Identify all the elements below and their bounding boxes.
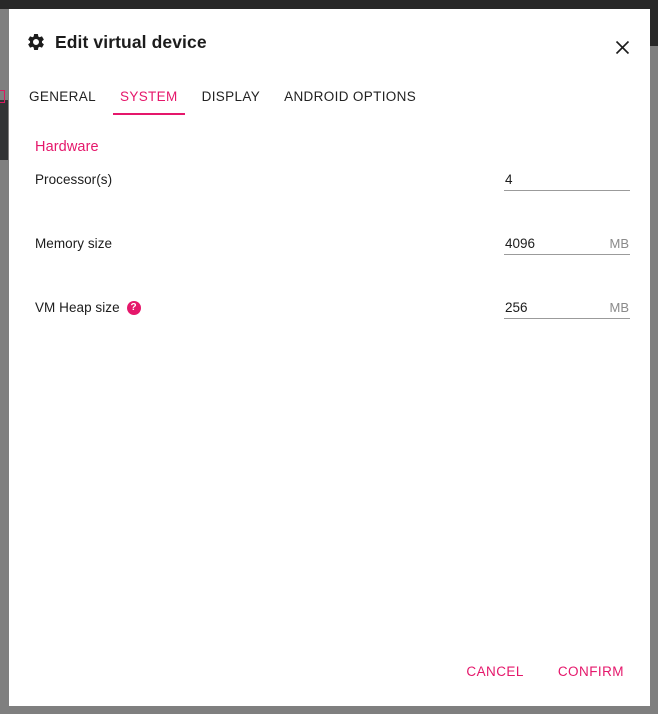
dialog-header: Edit virtual device (9, 9, 650, 75)
gear-icon (26, 32, 46, 52)
field-processors[interactable] (504, 165, 630, 191)
label-memory-size: Memory size (35, 225, 504, 251)
edit-virtual-device-dialog: Edit virtual device GENERAL SYSTEM DISPL… (9, 9, 650, 706)
background-accent-sliver (0, 90, 5, 103)
memory-size-input[interactable] (505, 236, 604, 251)
field-vm-heap-size[interactable]: MB (504, 293, 630, 319)
confirm-button[interactable]: CONFIRM (552, 658, 630, 685)
background-bottom-strip (0, 706, 658, 714)
label-memory-size-text: Memory size (35, 236, 113, 251)
help-icon[interactable]: ? (126, 300, 141, 315)
close-icon[interactable] (608, 33, 636, 61)
vm-heap-size-input[interactable] (505, 300, 604, 315)
vm-heap-size-unit: MB (609, 300, 630, 315)
form-row-vm-heap-size: VM Heap size ? MB (28, 289, 630, 353)
background-top-bar (0, 0, 658, 9)
form-row-processors: Processor(s) (28, 161, 630, 225)
label-processors: Processor(s) (35, 161, 504, 187)
tab-bar: GENERAL SYSTEM DISPLAY ANDROID OPTIONS (9, 75, 650, 121)
tab-android-options-label: ANDROID OPTIONS (284, 89, 417, 104)
section-title-hardware: Hardware (35, 139, 99, 155)
dialog-footer: CANCEL CONFIRM (9, 644, 650, 706)
tab-android-options[interactable]: ANDROID OPTIONS (272, 89, 428, 115)
tab-system-label: SYSTEM (119, 89, 178, 104)
tab-display[interactable]: DISPLAY (190, 89, 272, 115)
memory-size-unit: MB (609, 236, 630, 251)
field-memory-size[interactable]: MB (504, 229, 630, 255)
tab-general[interactable]: GENERAL (17, 89, 108, 115)
tab-system[interactable]: SYSTEM (108, 89, 190, 115)
processors-input[interactable] (505, 172, 629, 187)
tab-general-label: GENERAL (29, 89, 96, 104)
form-row-memory-size: Memory size MB (28, 225, 630, 289)
app-root: Edit virtual device GENERAL SYSTEM DISPL… (0, 0, 658, 714)
label-vm-heap-size-text: VM Heap size (35, 300, 120, 315)
label-vm-heap-size: VM Heap size ? (35, 289, 504, 315)
page-title: Edit virtual device (55, 31, 207, 52)
tab-display-label: DISPLAY (201, 89, 261, 104)
dialog-body: Hardware Processor(s) Memory size MB (9, 121, 650, 644)
cancel-button[interactable]: CANCEL (460, 658, 529, 685)
label-processors-text: Processor(s) (35, 172, 113, 187)
background-left-panel-peek (0, 100, 8, 160)
